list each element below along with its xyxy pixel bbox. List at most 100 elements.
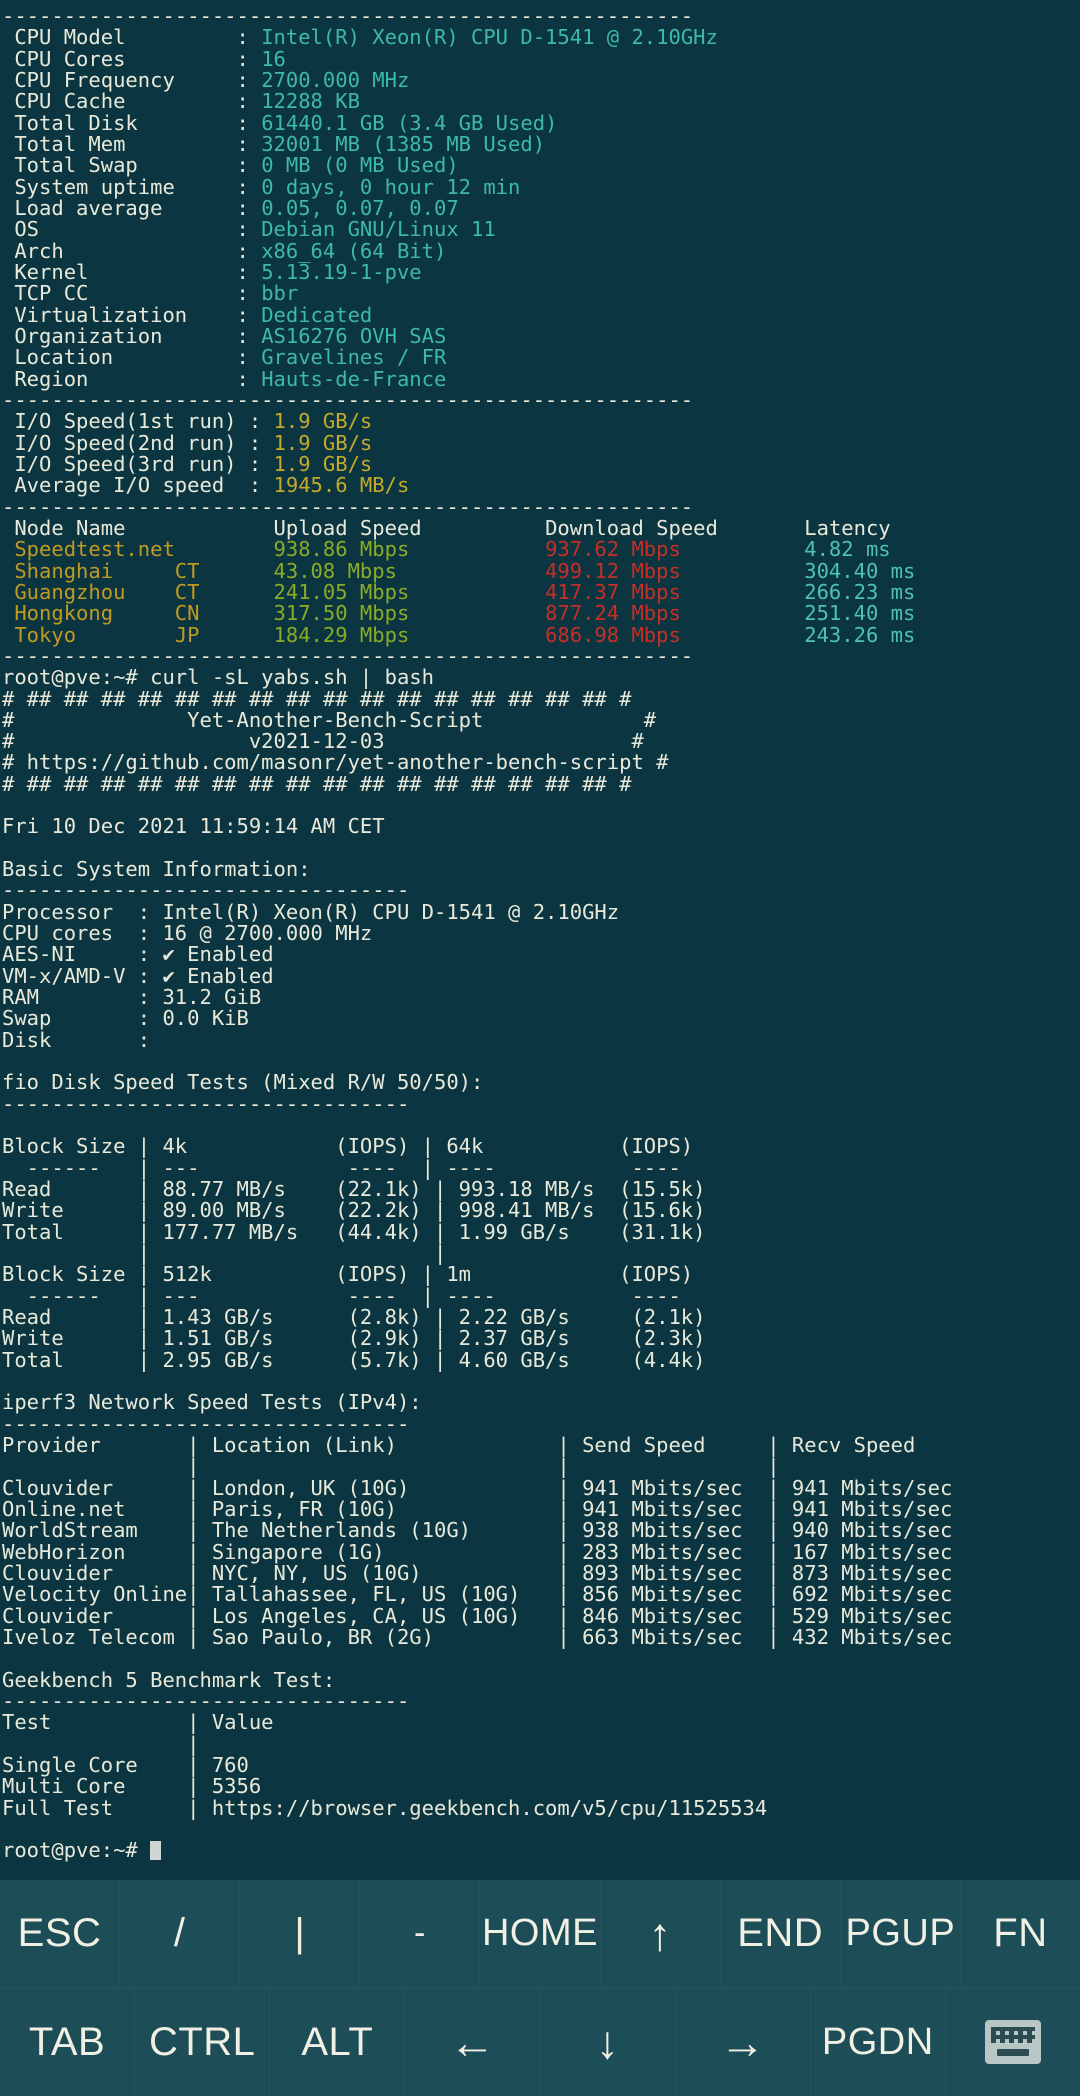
key-esc[interactable]: ESC bbox=[0, 1880, 121, 1988]
divider-io: ----------------------------------------… bbox=[2, 389, 1080, 411]
colon: : bbox=[125, 1027, 163, 1052]
key-label: CTRL bbox=[148, 2019, 256, 2064]
basic-info-rule: --------------------------------- bbox=[2, 880, 1080, 901]
key-fn[interactable]: FN bbox=[960, 1880, 1080, 1988]
fio-rule: --------------------------------- bbox=[2, 1091, 1080, 1116]
sysinfo-row: TCP CC : bbr bbox=[2, 283, 1080, 304]
fio-b2-header: Block Size | 512k (IOPS) | 1m (IOPS) bbox=[2, 1264, 1080, 1285]
final-prompt-line[interactable]: root@pve:~# bbox=[2, 1840, 1080, 1861]
key-arrow-left[interactable]: ← bbox=[405, 1988, 541, 2096]
sysinfo-row: Organization : AS16276 OVH SAS bbox=[2, 325, 1080, 347]
sysinfo-row: Location : Gravelines / FR bbox=[2, 347, 1080, 368]
key-label: ALT bbox=[301, 2019, 374, 2064]
iospeed-row: I/O Speed(1st run) : 1.9 GB/s bbox=[2, 411, 1080, 432]
basic-info-row: CPU cores : 16 @ 2700.000 MHz bbox=[2, 922, 1080, 944]
section-rule: --------------------------------- bbox=[2, 1091, 410, 1116]
key-arrow-right[interactable]: → bbox=[676, 1988, 811, 2096]
sysinfo-row: Virtualization : Dedicated bbox=[2, 304, 1080, 326]
fio-b1-sep: ------ | --- ---- | ---- ---- bbox=[2, 1157, 1080, 1179]
geekbench-row: Single Core | 760 bbox=[2, 1754, 1080, 1776]
key-end[interactable]: END bbox=[720, 1880, 841, 1988]
geekbench-row: Multi Core | 5356 bbox=[2, 1776, 1080, 1797]
iospeed-row: I/O Speed(3rd run) : 1.9 GB/s bbox=[2, 453, 1080, 475]
iperf-heading: iperf3 Network Speed Tests (IPv4): bbox=[2, 1392, 1080, 1413]
fio-b2-total: Total | 2.95 GB/s (5.7k) | 4.60 GB/s (4.… bbox=[2, 1347, 1080, 1372]
ssh-terminal-app: ----------------------------------------… bbox=[0, 0, 1080, 2096]
key-label: END bbox=[737, 1911, 824, 1955]
iperf-row: Iveloz Telecom | Sao Paulo, BR (2G) | 66… bbox=[2, 1624, 1080, 1649]
speedtest-header: Node Name Upload Speed Download Speed La… bbox=[2, 517, 1080, 539]
key-pipe[interactable]: | bbox=[240, 1880, 361, 1988]
speedtest-row: Guangzhou CT 241.05 Mbps 417.37 Mbps 266… bbox=[2, 581, 1080, 603]
key-label: → bbox=[719, 2016, 766, 2068]
sysinfo-row: Total Swap : 0 MB (0 MB Used) bbox=[2, 155, 1080, 176]
key-dash[interactable]: - bbox=[360, 1880, 481, 1988]
key-label: ← bbox=[449, 2016, 496, 2068]
fio-b1-write: Write | 89.00 MB/s (22.2k) | 998.41 MB/s… bbox=[2, 1200, 1080, 1221]
sysinfo-row: Region : Hauts-de-France bbox=[2, 368, 1080, 390]
basic-info-value: 0.0 KiB bbox=[162, 1006, 249, 1031]
fio-b1-total: Total | 177.77 MB/s (44.4k) | 1.99 GB/s … bbox=[2, 1221, 1080, 1243]
speedtest-row: Tokyo JP 184.29 Mbps 686.98 Mbps 243.26 … bbox=[2, 622, 1080, 647]
iperf-row: WebHorizon | Singapore (1G) | 283 Mbits/… bbox=[2, 1541, 1080, 1563]
banner-hash-bottom: # ## ## ## ## ## ## ## ## ## ## ## ## ##… bbox=[2, 771, 1080, 796]
key-label: / bbox=[173, 1911, 186, 1955]
banner-hash-top: # ## ## ## ## ## ## ## ## ## ## ## ## ##… bbox=[2, 688, 1080, 710]
iperf-header-sep: | | | bbox=[2, 1456, 1080, 1477]
speedtest-row: Speedtest.net 938.86 Mbps 937.62 Mbps 4.… bbox=[2, 539, 1080, 560]
key-label: ↓ bbox=[595, 2016, 620, 2068]
key-label: ESC bbox=[17, 1911, 102, 1955]
key-slash[interactable]: / bbox=[120, 1880, 241, 1988]
iperf-row-text: Iveloz Telecom | Sao Paulo, BR (2G) | 66… bbox=[2, 1624, 953, 1649]
key-label: | bbox=[294, 1911, 306, 1955]
key-alt[interactable]: ALT bbox=[270, 1988, 406, 2096]
virtual-key-toolbar[interactable]: ESC / | - HOME ↑ END PGUP FN TAB CTRL ALT ← ↓ → PGDN bbox=[0, 1880, 1080, 2096]
basic-info-row: Processor : Intel(R) Xeon(R) CPU D-1541 … bbox=[2, 901, 1080, 923]
key-row-1: ESC / | - HOME ↑ END PGUP FN bbox=[0, 1880, 1080, 1988]
latency-cell: 243.26 ms bbox=[804, 622, 916, 647]
timestamp: Fri 10 Dec 2021 11:59:14 AM CET bbox=[2, 814, 385, 839]
key-home[interactable]: HOME bbox=[480, 1880, 601, 1988]
key-label: PGUP bbox=[845, 1912, 956, 1954]
iperf-header-row: Provider | Location (Link) | Send Speed … bbox=[2, 1434, 1080, 1456]
divider-top: ----------------------------------------… bbox=[2, 5, 1080, 27]
geekbench-row: Full Test | https://browser.geekbench.co… bbox=[2, 1797, 1080, 1819]
banner-url: # https://github.com/masonr/yet-another-… bbox=[2, 752, 1080, 773]
divider-bottom: ----------------------------------------… bbox=[2, 645, 1080, 667]
sysinfo-row: CPU Frequency : 2700.000 MHz bbox=[2, 69, 1080, 91]
speedtest-row: Hongkong CN 317.50 Mbps 877.24 Mbps 251.… bbox=[2, 603, 1080, 624]
key-label: HOME bbox=[481, 1912, 598, 1954]
key-ctrl[interactable]: CTRL bbox=[135, 1988, 271, 2096]
key-pgdn[interactable]: PGDN bbox=[811, 1988, 946, 2096]
key-label: - bbox=[413, 1914, 426, 1952]
terminal-output[interactable]: --------------------------------- -------… bbox=[0, 0, 1080, 1880]
iperf-rule: --------------------------------- bbox=[2, 1413, 1080, 1435]
sysinfo-row: System uptime : 0 days, 0 hour 12 min bbox=[2, 176, 1080, 198]
fio-b2-sep: ------ | --- ---- | ---- ---- bbox=[2, 1285, 1080, 1307]
sysinfo-value: Intel(R) Xeon(R) CPU D-1541 @ 2.10GHz bbox=[261, 25, 718, 50]
fio-b1-header: Block Size | 4k (IOPS) | 64k (IOPS) bbox=[2, 1136, 1080, 1157]
command-prompt-line: root@pve:~# curl -sL yabs.sh | bash bbox=[2, 667, 1080, 688]
key-label: ↑ bbox=[648, 1907, 672, 1960]
fio-b1-read: Read | 88.77 MB/s (22.1k) | 993.18 MB/s … bbox=[2, 1178, 1080, 1200]
fio-b2-read: Read | 1.43 GB/s (2.8k) | 2.22 GB/s (2.1… bbox=[2, 1306, 1080, 1328]
iperf-row: Clouvider | Los Angeles, CA, US (10G) | … bbox=[2, 1605, 1080, 1627]
fio-total-row: Total | 2.95 GB/s (5.7k) | 4.60 GB/s (4.… bbox=[2, 1347, 706, 1372]
keyboard-icon[interactable] bbox=[946, 1988, 1080, 2096]
key-arrow-up[interactable]: ↑ bbox=[600, 1880, 721, 1988]
final-prompt-text: root@pve:~# bbox=[2, 1838, 151, 1863]
timestamp-line: Fri 10 Dec 2021 11:59:14 AM CET bbox=[2, 816, 1080, 837]
key-pgup[interactable]: PGUP bbox=[840, 1880, 961, 1988]
key-arrow-down[interactable]: ↓ bbox=[541, 1988, 676, 2096]
banner-hashes: # ## ## ## ## ## ## ## ## ## ## ## ## ##… bbox=[2, 771, 632, 796]
key-row-2: TAB CTRL ALT ← ↓ → PGDN bbox=[0, 1988, 1080, 2096]
geekbench-header-row: Test | Value bbox=[2, 1712, 1080, 1733]
sysinfo-row: CPU Model : Intel(R) Xeon(R) CPU D-1541 … bbox=[2, 27, 1080, 48]
key-tab[interactable]: TAB bbox=[0, 1988, 136, 2096]
sysinfo-row: Load average : 0.05, 0.07, 0.07 bbox=[2, 197, 1080, 219]
sysinfo-row: Total Disk : 61440.1 GB (3.4 GB Used) bbox=[2, 112, 1080, 134]
